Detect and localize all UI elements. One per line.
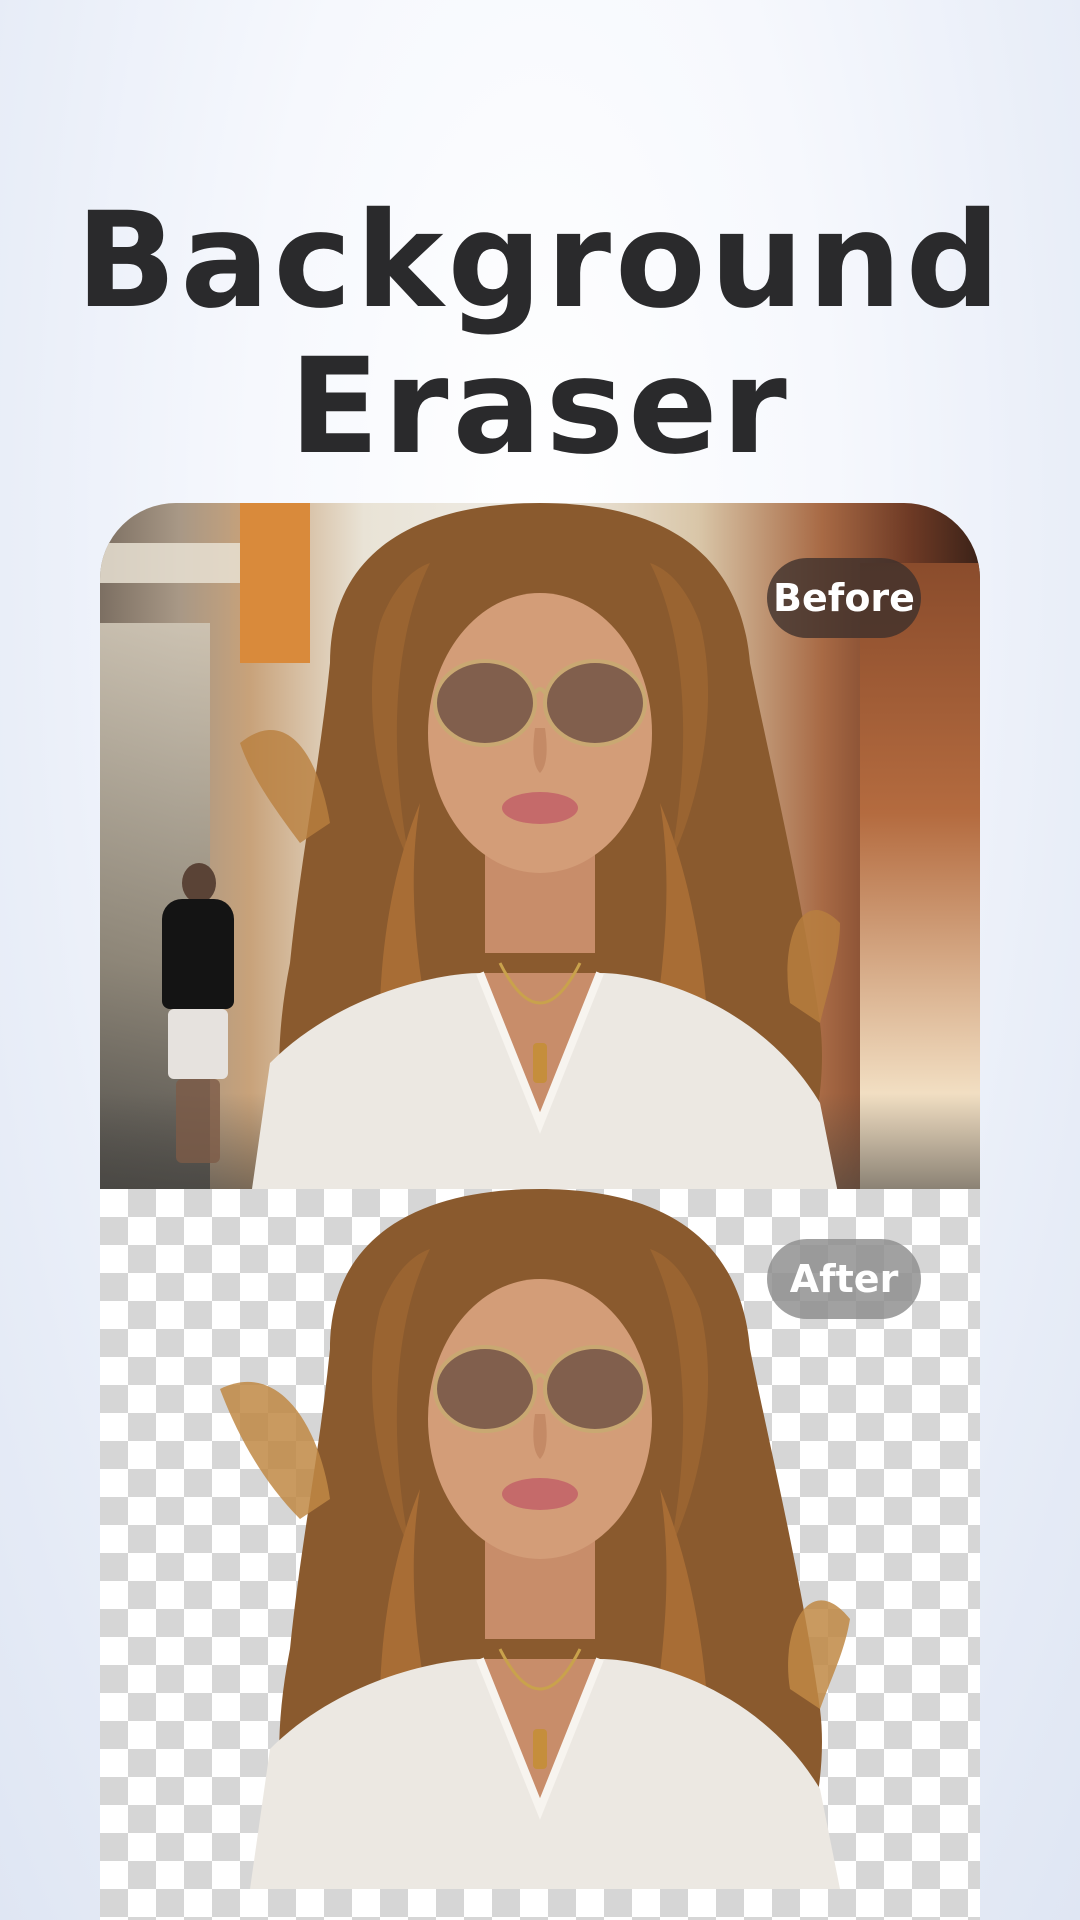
before-badge: Before — [767, 558, 921, 638]
before-after-card: Before After — [100, 503, 980, 1920]
after-badge: After — [767, 1239, 921, 1319]
title-line-1: Background — [75, 184, 1005, 339]
after-panel: After — [100, 1189, 980, 1920]
title-line-2: Eraser — [289, 330, 791, 485]
page-title: Background Eraser — [0, 188, 1080, 480]
before-panel: Before — [100, 503, 980, 1189]
